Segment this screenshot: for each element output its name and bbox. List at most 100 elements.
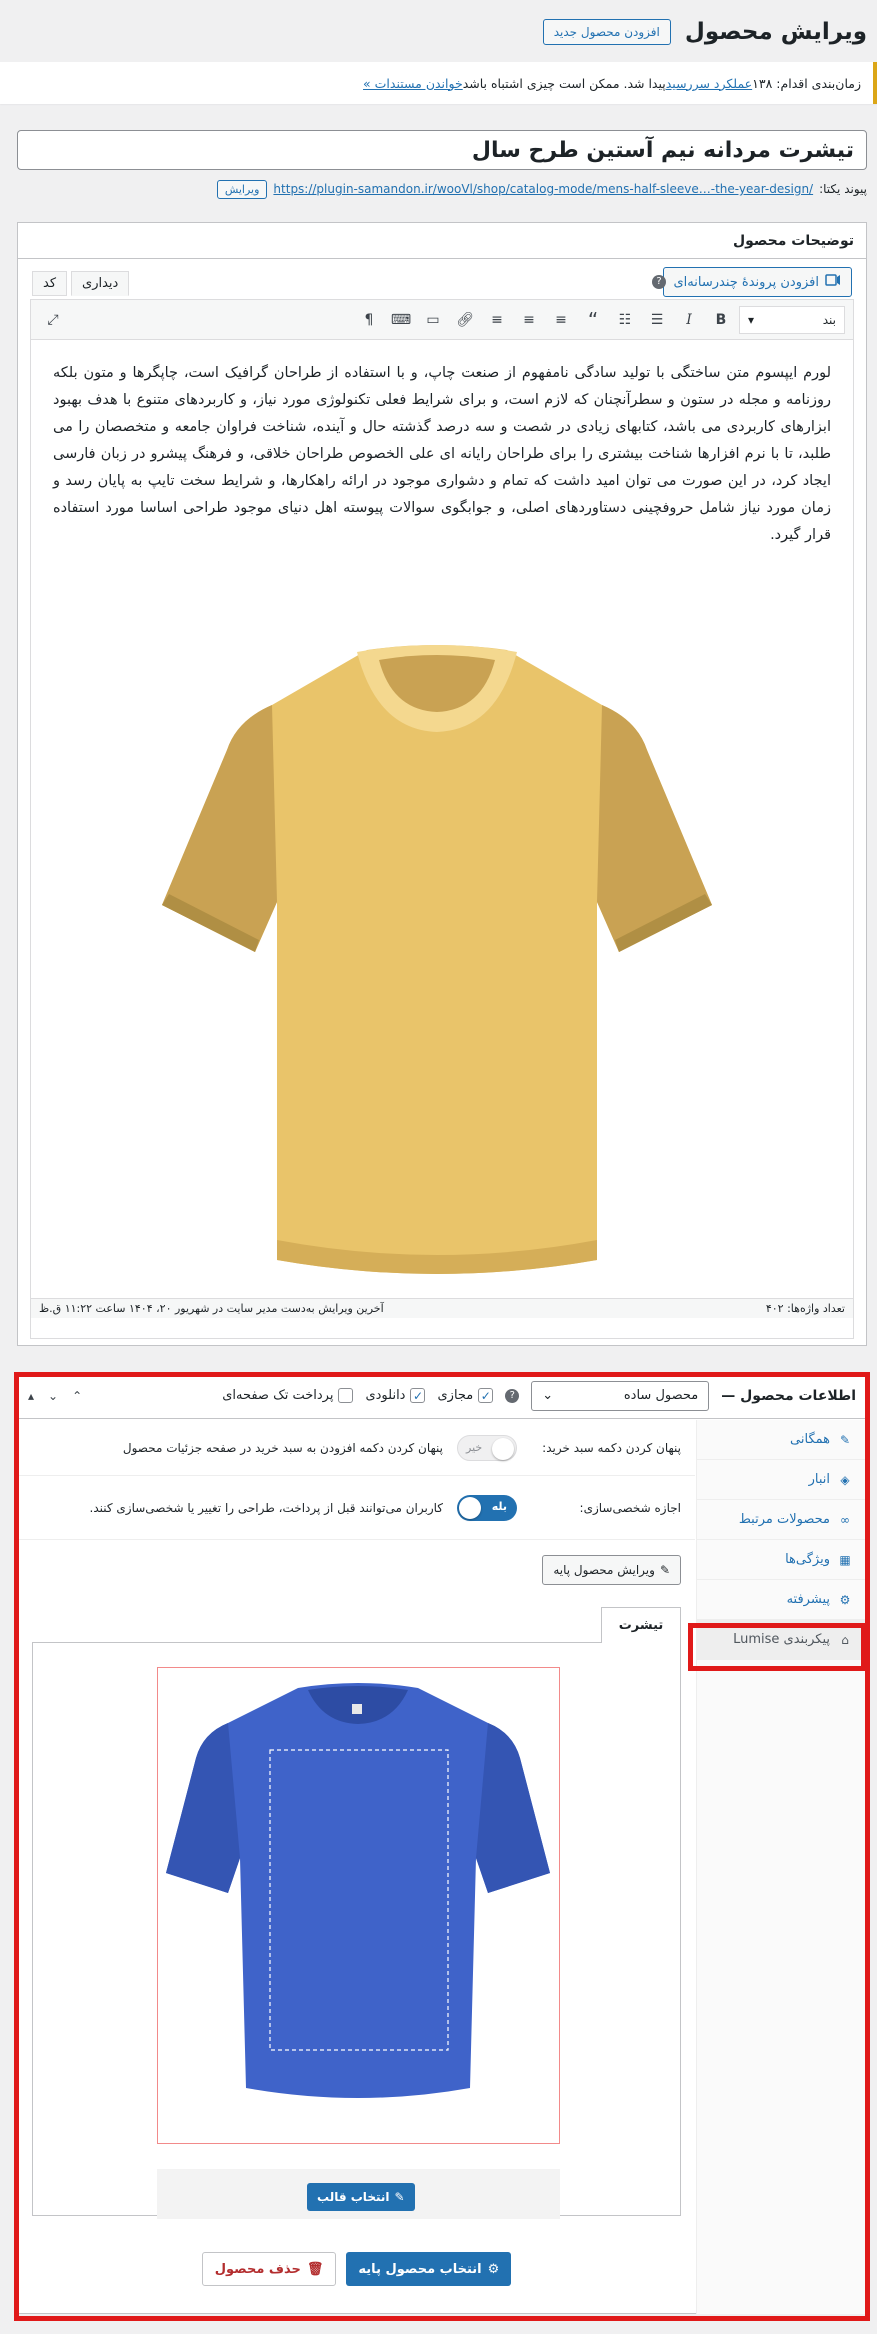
- paragraph-rtl-icon[interactable]: ¶: [355, 306, 383, 334]
- hide-cart-label: پنهان کردن دکمه سبد خرید:: [542, 1440, 681, 1455]
- align-right-icon[interactable]: ≡: [483, 306, 511, 334]
- link-icon[interactable]: 🔗︎: [451, 306, 479, 334]
- box-controls: ⌃ ⌄ ▴: [28, 1389, 82, 1403]
- chevron-down-icon[interactable]: ⌄: [48, 1389, 58, 1403]
- tab-linked-products[interactable]: ∞ محصولات مرتبط: [697, 1500, 866, 1540]
- tab-label: ویژگی‌ها: [785, 1552, 830, 1567]
- toggle-text: بله: [491, 1499, 507, 1513]
- blockquote-icon[interactable]: “: [579, 306, 607, 334]
- tab-label: پیکربندی Lumise: [733, 1632, 830, 1647]
- downloadable-checkbox[interactable]: ✓ دانلودی: [365, 1388, 426, 1403]
- media-icon: [825, 273, 841, 291]
- tab-label: همگانی: [790, 1432, 830, 1447]
- product-data-label: اطلاعات محصول —: [721, 1387, 856, 1404]
- read-more-icon[interactable]: ▭: [419, 306, 447, 334]
- choose-template-label: انتخاب قالب: [317, 2190, 390, 2204]
- chevron-up-icon[interactable]: ⌃: [72, 1389, 82, 1403]
- choose-base-label: انتخاب محصول پایه: [358, 2261, 482, 2277]
- virtual-checkbox[interactable]: ✓ مجازی: [437, 1388, 494, 1403]
- design-stage: ✎ انتخاب قالب: [32, 1642, 681, 2219]
- product-type-value: محصول ساده: [623, 1388, 699, 1403]
- hide-cart-row: پنهان کردن دکمه سبد خرید: خیر پنهان کردن…: [18, 1420, 695, 1476]
- notice-link-docs[interactable]: خواندن مستندات »: [363, 76, 463, 91]
- italic-icon[interactable]: I: [675, 306, 703, 334]
- link-icon: ∞: [840, 1512, 850, 1527]
- bold-icon[interactable]: B: [707, 306, 735, 334]
- toggle-knob: [492, 1437, 514, 1460]
- tab-label: محصولات مرتبط: [738, 1512, 830, 1527]
- permalink-label: پیوند یکتا:: [819, 182, 867, 196]
- tab-advanced[interactable]: ⚙ پیشرفته: [697, 1580, 866, 1620]
- format-select[interactable]: بند ▾: [739, 305, 845, 334]
- allow-customize-row: اجازه شخصی‌سازی: بله کاربران می‌توانند ق…: [18, 1476, 695, 1540]
- notice-prefix: زمان‌بندی اقدام: ۱۳۸: [752, 75, 861, 91]
- hide-cart-toggle[interactable]: خیر: [457, 1434, 517, 1461]
- hide-cart-description: پنهان کردن دکمه افزودن به سبد خرید در صف…: [122, 1440, 443, 1455]
- toggle-arrow-icon[interactable]: ▴: [28, 1389, 34, 1403]
- product-data-header: اطلاعات محصول — محصول ساده ⌄ ? ✓ مجازی ✓…: [18, 1373, 866, 1419]
- bullet-list-icon[interactable]: ☰: [643, 306, 671, 334]
- virtual-label: مجازی: [437, 1388, 474, 1403]
- add-media-button[interactable]: افزودن پروندهٔ چندرسانه‌ای: [662, 267, 852, 297]
- store-icon: ⌂: [841, 1632, 849, 1647]
- help-icon[interactable]: ?: [505, 1388, 520, 1403]
- add-new-product-button[interactable]: افزودن محصول جدید: [542, 19, 671, 45]
- word-count: تعداد واژه‌ها: ۴۰۲: [765, 1302, 845, 1315]
- format-select-value: بند: [822, 312, 836, 327]
- allow-customize-toggle[interactable]: بله: [457, 1494, 517, 1521]
- trash-icon: 🗑︎: [306, 2261, 324, 2277]
- choose-template-button[interactable]: ✎ انتخاب قالب: [307, 2183, 415, 2211]
- notice-link-past-due[interactable]: عملکرد سررسید: [666, 76, 752, 91]
- wrench-icon: ✎: [839, 1432, 851, 1447]
- editor-top-bar: افزودن پروندهٔ چندرسانه‌ای ? کد دیداری: [32, 267, 852, 297]
- template-toolbar: ✎ انتخاب قالب: [157, 2169, 560, 2219]
- product-canvas[interactable]: [157, 1667, 560, 2144]
- gear-icon: ⚙: [839, 1592, 851, 1607]
- add-media-label: افزودن پروندهٔ چندرسانه‌ای: [673, 274, 820, 290]
- product-type-select[interactable]: محصول ساده ⌄: [531, 1380, 710, 1411]
- table-icon: ▦: [839, 1552, 851, 1567]
- allow-customize-description: کاربران می‌توانند قبل از پرداخت، طراحی ر…: [89, 1500, 443, 1515]
- editor-content[interactable]: لورم ایپسوم متن ساختگی با تولید سادگی نا…: [31, 340, 853, 1298]
- tshirt-image-yellow: [162, 645, 712, 1274]
- tab-general[interactable]: ✎ همگانی: [697, 1420, 866, 1460]
- chevron-down-icon: ⌄: [542, 1388, 554, 1403]
- empty-checkbox-icon: [338, 1388, 354, 1403]
- tab-inventory[interactable]: ◈ انبار: [697, 1460, 866, 1500]
- single-page-checkout-checkbox[interactable]: پرداخت تک صفحه‌ای: [222, 1388, 354, 1403]
- description-box-title: توضیحات محصول: [18, 223, 866, 259]
- permalink-edit-button[interactable]: ویرایش: [216, 179, 268, 199]
- bottom-actions: ⚙ انتخاب محصول پایه 🗑︎ حذف محصول: [32, 2252, 681, 2286]
- align-center-icon[interactable]: ≡: [515, 306, 543, 334]
- delete-product-button[interactable]: 🗑︎ حذف محصول: [201, 2252, 337, 2286]
- tab-attributes[interactable]: ▦ ویژگی‌ها: [697, 1540, 866, 1580]
- help-icon[interactable]: ?: [652, 275, 666, 289]
- numbered-list-icon[interactable]: ☷: [611, 306, 639, 334]
- single-page-label: پرداخت تک صفحه‌ای: [222, 1388, 334, 1403]
- page-header: ویرایش محصول افزودن محصول جدید: [10, 12, 867, 52]
- tab-visual[interactable]: دیداری: [71, 271, 130, 296]
- last-edit-info: آخرین ویرایش به‌دست مدیر سایت در شهریور …: [39, 1302, 384, 1315]
- tag-icon: ◈: [840, 1472, 850, 1487]
- pencil-icon: ✎: [659, 1563, 670, 1577]
- align-left-icon[interactable]: ≡: [547, 306, 575, 334]
- edit-base-product-button[interactable]: ✎ ویرایش محصول پایه: [542, 1555, 681, 1585]
- tab-lumise-config[interactable]: ⌂ پیکربندی Lumise: [697, 1620, 866, 1660]
- product-data-tabs: ✎ همگانی ◈ انبار ∞ محصولات مرتبط ▦ ویژگی…: [696, 1420, 866, 2314]
- fullscreen-icon[interactable]: ⤢: [39, 306, 67, 334]
- chevron-down-icon: ▾: [748, 312, 755, 327]
- description-text: لورم ایپسوم متن ساختگی با تولید سادگی نا…: [53, 365, 831, 543]
- permalink-url[interactable]: https://plugin-samandon.ir/wooVl/shop/ca…: [273, 182, 813, 196]
- product-title-input[interactable]: تیشرت مردانه نیم آستین طرح سال: [17, 130, 867, 170]
- toggle-text: خیر: [466, 1440, 483, 1454]
- choose-base-product-button[interactable]: ⚙ انتخاب محصول پایه: [346, 2252, 512, 2286]
- editor-frame: بند ▾ B I ☰ ☷ “ ≡ ≡ ≡ 🔗︎ ▭ ⌨︎ ¶ ⤢ لورم ا…: [30, 299, 854, 1339]
- keyboard-icon[interactable]: ⌨︎: [387, 306, 415, 334]
- product-description-box: توضیحات محصول افزودن پروندهٔ چندرسانه‌ای…: [17, 222, 867, 1346]
- tab-code[interactable]: کد: [32, 271, 68, 296]
- allow-customize-label: اجازه شخصی‌سازی:: [579, 1500, 681, 1515]
- bicycle-icon: ⚙: [487, 2261, 500, 2277]
- admin-notice: زمان‌بندی اقدام: ۱۳۸ عملکرد سررسید پیدا …: [0, 62, 877, 104]
- edit-base-label: ویرایش محصول پایه: [553, 1563, 655, 1577]
- stage-tab-tshirt[interactable]: تیشرت: [601, 1607, 681, 1643]
